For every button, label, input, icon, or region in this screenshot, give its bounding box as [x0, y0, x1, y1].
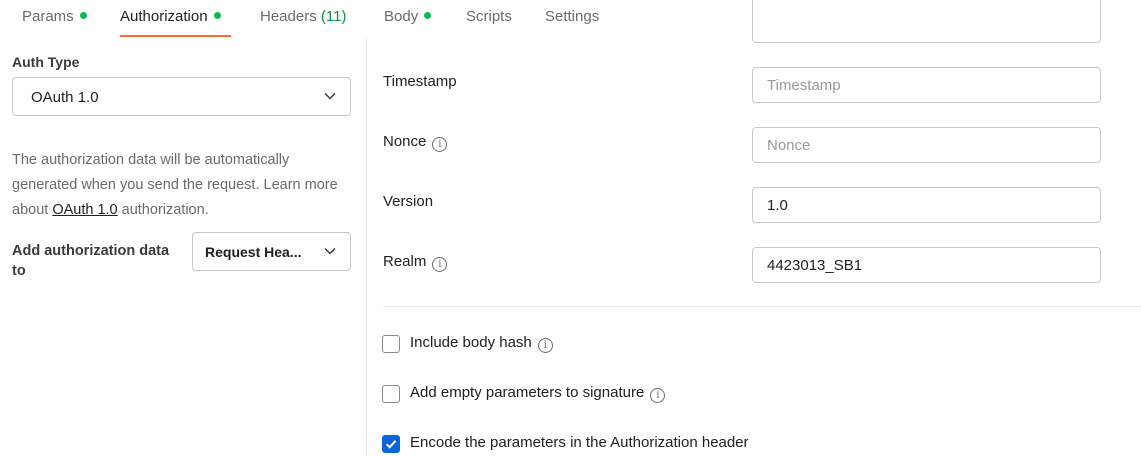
tab-headers-label: Headers: [260, 8, 317, 25]
auth-info-text-end: authorization.: [117, 202, 209, 218]
info-icon[interactable]: i: [537, 338, 553, 353]
tab-body-indicator: [424, 12, 432, 19]
tab-authorization-label: Authorization: [120, 8, 208, 25]
tab-authorization[interactable]: Authorization: [120, 8, 221, 38]
oauth-docs-link[interactable]: OAuth 1.0: [52, 202, 117, 218]
encode-params-checkbox[interactable]: [382, 435, 400, 453]
add-auth-data-value: Request Hea...: [205, 244, 302, 260]
info-icon[interactable]: i: [432, 257, 448, 272]
version-label: Version: [383, 193, 433, 210]
panel-divider: [366, 38, 367, 456]
encode-params-label: Encode the parameters in the Authorizati…: [410, 434, 749, 451]
tab-headers-count: (11): [320, 8, 347, 25]
tab-authorization-indicator: [213, 12, 221, 19]
realm-label-text: Realm: [383, 253, 427, 270]
add-empty-params-text: Add empty parameters to signature: [410, 384, 645, 401]
tab-settings-label: Settings: [545, 8, 600, 25]
timestamp-label-text: Timestamp: [383, 73, 457, 90]
active-tab-underline: [120, 35, 231, 37]
info-icon[interactable]: i: [432, 137, 448, 152]
auth-type-label: Auth Type: [12, 54, 80, 70]
nonce-input[interactable]: [752, 127, 1101, 163]
timestamp-label: Timestamp: [383, 73, 457, 90]
add-auth-data-select[interactable]: Request Hea...: [192, 232, 351, 271]
auth-config-panel: Auth Type OAuth 1.0 The authorization da…: [0, 38, 366, 456]
timestamp-input[interactable]: [752, 67, 1101, 103]
auth-info-text: The authorization data will be automatic…: [12, 148, 342, 223]
nonce-label-text: Nonce: [383, 133, 427, 150]
partial-input-field[interactable]: [752, 0, 1101, 43]
add-empty-params-checkbox[interactable]: [382, 385, 400, 403]
realm-input[interactable]: [752, 247, 1101, 283]
tab-scripts-label: Scripts: [466, 8, 512, 25]
tab-headers[interactable]: Headers (11): [260, 8, 346, 38]
version-input[interactable]: [752, 187, 1101, 223]
chevron-down-icon: [324, 92, 336, 100]
tab-params-indicator: [79, 12, 87, 19]
auth-type-value: OAuth 1.0: [31, 89, 99, 106]
version-label-text: Version: [383, 193, 434, 210]
auth-type-select[interactable]: OAuth 1.0: [12, 77, 351, 116]
checkmark-icon: [385, 440, 397, 449]
info-icon[interactable]: i: [650, 388, 666, 403]
tab-body[interactable]: Body: [384, 8, 432, 38]
nonce-label: Nonce i: [383, 133, 448, 152]
tab-settings[interactable]: Settings: [545, 8, 599, 38]
tab-params[interactable]: Params: [22, 8, 87, 38]
tab-params-label: Params: [22, 8, 74, 25]
add-empty-params-label: Add empty parameters to signature i: [410, 384, 666, 403]
realm-label: Realm i: [383, 253, 448, 272]
section-divider: [383, 306, 1141, 307]
include-body-hash-checkbox[interactable]: [382, 335, 400, 353]
tab-scripts[interactable]: Scripts: [466, 8, 512, 38]
include-body-hash-text: Include body hash: [410, 334, 532, 351]
include-body-hash-label: Include body hash i: [410, 334, 553, 353]
add-auth-data-label: Add authorization data to: [12, 243, 170, 279]
tab-body-label: Body: [384, 8, 419, 25]
chevron-down-icon: [324, 247, 336, 255]
